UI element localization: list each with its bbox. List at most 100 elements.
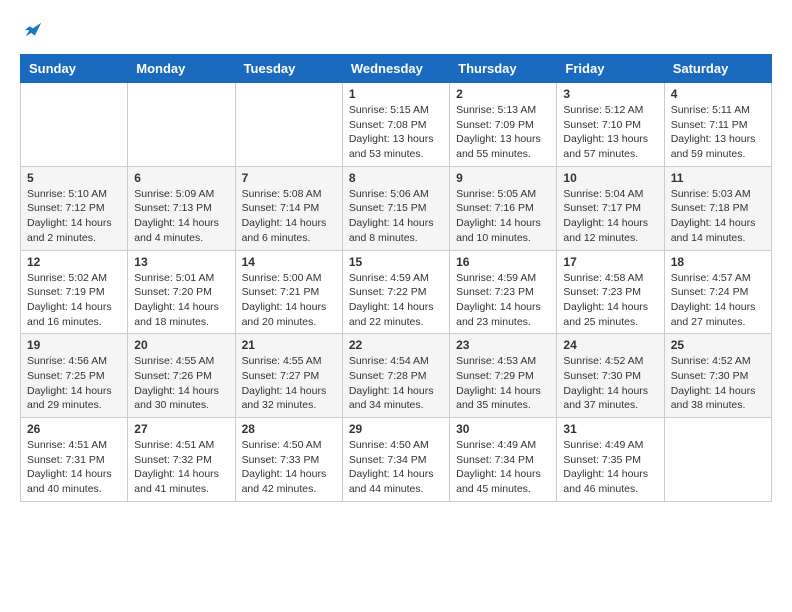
- day-number: 7: [242, 171, 336, 185]
- day-number: 6: [134, 171, 228, 185]
- logo: [20, 20, 44, 38]
- day-info: Sunrise: 4:52 AM Sunset: 7:30 PM Dayligh…: [671, 354, 765, 413]
- day-number: 12: [27, 255, 121, 269]
- calendar-cell: 7 Sunrise: 5:08 AM Sunset: 7:14 PM Daylig…: [235, 166, 342, 250]
- day-info: Sunrise: 4:58 AM Sunset: 7:23 PM Dayligh…: [563, 271, 657, 330]
- day-info: Sunrise: 5:03 AM Sunset: 7:18 PM Dayligh…: [671, 187, 765, 246]
- calendar-cell: 18 Sunrise: 4:57 AM Sunset: 7:24 PM Dayli…: [664, 250, 771, 334]
- day-info: Sunrise: 4:54 AM Sunset: 7:28 PM Dayligh…: [349, 354, 443, 413]
- weekday-header-wednesday: Wednesday: [342, 55, 449, 83]
- calendar-cell: 14Sunrise: 5:00 AM Sunset: 7:21 PM Dayli…: [235, 250, 342, 334]
- day-number: 27: [134, 422, 228, 436]
- calendar-cell: 27 Sunrise: 4:51 AM Sunset: 7:32 PM Dayli…: [128, 418, 235, 502]
- day-number: 18: [671, 255, 765, 269]
- calendar-cell: 16 Sunrise: 4:59 AM Sunset: 7:23 PM Dayli…: [450, 250, 557, 334]
- day-number: 20: [134, 338, 228, 352]
- day-info: Sunrise: 4:49 AM Sunset: 7:34 PM Dayligh…: [456, 438, 550, 497]
- day-info: Sunrise: 4:57 AM Sunset: 7:24 PM Dayligh…: [671, 271, 765, 330]
- day-info: Sunrise: 5:10 AM Sunset: 7:12 PM Dayligh…: [27, 187, 121, 246]
- calendar-cell: 24 Sunrise: 4:52 AM Sunset: 7:30 PM Dayli…: [557, 334, 664, 418]
- day-info: Sunrise: 5:01 AM Sunset: 7:20 PM Dayligh…: [134, 271, 228, 330]
- calendar-cell: 15Sunrise: 4:59 AM Sunset: 7:22 PM Dayli…: [342, 250, 449, 334]
- calendar-cell: 20 Sunrise: 4:55 AM Sunset: 7:26 PM Dayli…: [128, 334, 235, 418]
- day-info: Sunrise: 4:55 AM Sunset: 7:26 PM Dayligh…: [134, 354, 228, 413]
- day-number: 4: [671, 87, 765, 101]
- calendar-table: SundayMondayTuesdayWednesdayThursdayFrid…: [20, 54, 772, 502]
- calendar-cell: [21, 83, 128, 167]
- day-number: 1: [349, 87, 443, 101]
- day-number: 21: [242, 338, 336, 352]
- day-info: Sunrise: 4:51 AM Sunset: 7:32 PM Dayligh…: [134, 438, 228, 497]
- calendar-cell: 22 Sunrise: 4:54 AM Sunset: 7:28 PM Dayli…: [342, 334, 449, 418]
- day-info: Sunrise: 5:06 AM Sunset: 7:15 PM Dayligh…: [349, 187, 443, 246]
- calendar-cell: 28 Sunrise: 4:50 AM Sunset: 7:33 PM Dayli…: [235, 418, 342, 502]
- calendar-week-row: 26Sunrise: 4:51 AM Sunset: 7:31 PM Dayli…: [21, 418, 772, 502]
- day-info: Sunrise: 5:15 AM Sunset: 7:08 PM Dayligh…: [349, 103, 443, 162]
- weekday-header-tuesday: Tuesday: [235, 55, 342, 83]
- day-number: 31: [563, 422, 657, 436]
- day-info: Sunrise: 4:52 AM Sunset: 7:30 PM Dayligh…: [563, 354, 657, 413]
- day-number: 17: [563, 255, 657, 269]
- day-number: 13: [134, 255, 228, 269]
- day-number: 24: [563, 338, 657, 352]
- calendar-cell: 11 Sunrise: 5:03 AM Sunset: 7:18 PM Dayli…: [664, 166, 771, 250]
- day-number: 22: [349, 338, 443, 352]
- calendar-cell: 6 Sunrise: 5:09 AM Sunset: 7:13 PM Daylig…: [128, 166, 235, 250]
- calendar-cell: 13 Sunrise: 5:01 AM Sunset: 7:20 PM Dayli…: [128, 250, 235, 334]
- day-info: Sunrise: 4:49 AM Sunset: 7:35 PM Dayligh…: [563, 438, 657, 497]
- day-info: Sunrise: 5:02 AM Sunset: 7:19 PM Dayligh…: [27, 271, 121, 330]
- day-info: Sunrise: 5:09 AM Sunset: 7:13 PM Dayligh…: [134, 187, 228, 246]
- calendar-cell: 21 Sunrise: 4:55 AM Sunset: 7:27 PM Dayli…: [235, 334, 342, 418]
- calendar-week-row: 5 Sunrise: 5:10 AM Sunset: 7:12 PM Daylig…: [21, 166, 772, 250]
- calendar-cell: 26Sunrise: 4:51 AM Sunset: 7:31 PM Dayli…: [21, 418, 128, 502]
- calendar-cell: [128, 83, 235, 167]
- calendar-cell: 5 Sunrise: 5:10 AM Sunset: 7:12 PM Daylig…: [21, 166, 128, 250]
- day-info: Sunrise: 4:55 AM Sunset: 7:27 PM Dayligh…: [242, 354, 336, 413]
- day-info: Sunrise: 4:50 AM Sunset: 7:33 PM Dayligh…: [242, 438, 336, 497]
- day-info: Sunrise: 4:56 AM Sunset: 7:25 PM Dayligh…: [27, 354, 121, 413]
- day-number: 9: [456, 171, 550, 185]
- calendar-cell: 17 Sunrise: 4:58 AM Sunset: 7:23 PM Dayli…: [557, 250, 664, 334]
- day-number: 8: [349, 171, 443, 185]
- day-number: 29: [349, 422, 443, 436]
- day-number: 11: [671, 171, 765, 185]
- weekday-header-monday: Monday: [128, 55, 235, 83]
- calendar-cell: 4 Sunrise: 5:11 AM Sunset: 7:11 PM Daylig…: [664, 83, 771, 167]
- weekday-header-friday: Friday: [557, 55, 664, 83]
- calendar-cell: 2 Sunrise: 5:13 AM Sunset: 7:09 PM Daylig…: [450, 83, 557, 167]
- day-number: 26: [27, 422, 121, 436]
- calendar-cell: 10Sunrise: 5:04 AM Sunset: 7:17 PM Dayli…: [557, 166, 664, 250]
- calendar-cell: 25 Sunrise: 4:52 AM Sunset: 7:30 PM Dayli…: [664, 334, 771, 418]
- calendar-cell: 8 Sunrise: 5:06 AM Sunset: 7:15 PM Daylig…: [342, 166, 449, 250]
- weekday-header-sunday: Sunday: [21, 55, 128, 83]
- day-info: Sunrise: 5:05 AM Sunset: 7:16 PM Dayligh…: [456, 187, 550, 246]
- logo-bird-icon: [22, 20, 44, 42]
- day-info: Sunrise: 4:59 AM Sunset: 7:23 PM Dayligh…: [456, 271, 550, 330]
- day-info: Sunrise: 5:11 AM Sunset: 7:11 PM Dayligh…: [671, 103, 765, 162]
- page-header: [20, 20, 772, 38]
- calendar-week-row: 12 Sunrise: 5:02 AM Sunset: 7:19 PM Dayli…: [21, 250, 772, 334]
- day-info: Sunrise: 5:08 AM Sunset: 7:14 PM Dayligh…: [242, 187, 336, 246]
- calendar-cell: 1 Sunrise: 5:15 AM Sunset: 7:08 PM Daylig…: [342, 83, 449, 167]
- calendar-cell: 30 Sunrise: 4:49 AM Sunset: 7:34 PM Dayli…: [450, 418, 557, 502]
- weekday-header-thursday: Thursday: [450, 55, 557, 83]
- calendar-week-row: 1 Sunrise: 5:15 AM Sunset: 7:08 PM Daylig…: [21, 83, 772, 167]
- day-number: 14: [242, 255, 336, 269]
- calendar-header-row: SundayMondayTuesdayWednesdayThursdayFrid…: [21, 55, 772, 83]
- day-info: Sunrise: 4:59 AM Sunset: 7:22 PM Dayligh…: [349, 271, 443, 330]
- calendar-cell: [235, 83, 342, 167]
- calendar-cell: 9 Sunrise: 5:05 AM Sunset: 7:16 PM Daylig…: [450, 166, 557, 250]
- day-number: 25: [671, 338, 765, 352]
- day-number: 16: [456, 255, 550, 269]
- day-number: 3: [563, 87, 657, 101]
- day-number: 30: [456, 422, 550, 436]
- day-number: 2: [456, 87, 550, 101]
- day-number: 19: [27, 338, 121, 352]
- calendar-cell: 3Sunrise: 5:12 AM Sunset: 7:10 PM Daylig…: [557, 83, 664, 167]
- day-number: 28: [242, 422, 336, 436]
- calendar-body: 1 Sunrise: 5:15 AM Sunset: 7:08 PM Daylig…: [21, 83, 772, 502]
- day-info: Sunrise: 5:13 AM Sunset: 7:09 PM Dayligh…: [456, 103, 550, 162]
- day-number: 23: [456, 338, 550, 352]
- day-number: 5: [27, 171, 121, 185]
- calendar-cell: [664, 418, 771, 502]
